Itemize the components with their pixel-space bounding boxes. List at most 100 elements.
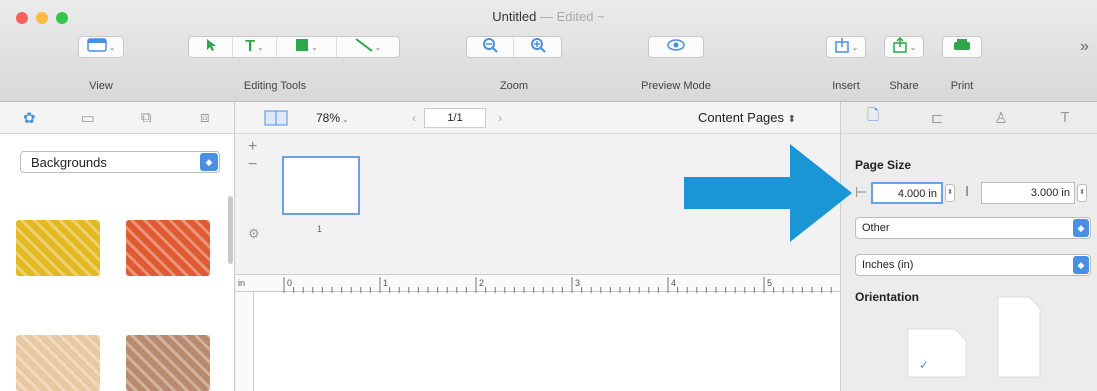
share-button[interactable]: ⌄ bbox=[884, 36, 924, 58]
previous-page-button[interactable]: ‹ bbox=[412, 111, 416, 125]
zoom-out-button[interactable] bbox=[467, 37, 515, 58]
units-select[interactable]: Inches (in) ◆ bbox=[855, 254, 1091, 276]
window-title: Untitled — Edited ~ bbox=[0, 9, 1097, 24]
category-select[interactable]: Backgrounds ◆ bbox=[20, 151, 220, 173]
ruler-mark-label: 4 bbox=[671, 278, 676, 288]
select-stepper-icon: ◆ bbox=[1073, 256, 1089, 274]
select-stepper-icon: ◆ bbox=[200, 153, 218, 171]
ruler-mark-label: 2 bbox=[479, 278, 484, 288]
title-separator: — bbox=[540, 9, 553, 24]
toolbar-overflow-button[interactable]: » bbox=[1080, 38, 1089, 56]
page-height-field[interactable]: 3.000 in bbox=[981, 182, 1075, 204]
units-value: Inches (in) bbox=[862, 259, 914, 271]
shapes-tab-icon[interactable]: ⧉ bbox=[117, 109, 176, 126]
chevron-down-icon: ⌄ bbox=[374, 42, 382, 52]
portrait-orientation-option[interactable] bbox=[997, 296, 1041, 378]
backgrounds-tab-icon[interactable]: ✿ bbox=[0, 109, 59, 127]
zoom-level-select[interactable]: 78% ⌄ bbox=[316, 111, 349, 125]
document-title: Untitled bbox=[492, 9, 537, 24]
images-tab-icon[interactable]: ▭ bbox=[59, 109, 118, 127]
select-tool-button[interactable] bbox=[189, 37, 233, 57]
content-pages-select[interactable]: Content Pages ⬍ bbox=[698, 110, 796, 125]
page-number-label: 1 bbox=[317, 224, 323, 234]
print-label: Print bbox=[950, 80, 974, 92]
view-button[interactable]: ⌄ bbox=[78, 36, 124, 58]
line-tool-icon bbox=[355, 37, 373, 57]
print-button[interactable] bbox=[942, 36, 982, 58]
ruler-ticks: 0 1 2 3 4 5 bbox=[283, 277, 832, 293]
zoom-in-button[interactable] bbox=[514, 37, 561, 57]
chevron-down-icon: ⌄ bbox=[342, 115, 349, 124]
shape-tool-button[interactable]: ⌄ bbox=[277, 37, 337, 57]
document-tab-icon[interactable]: 🗋 bbox=[841, 105, 905, 130]
insert-button[interactable]: ⌄ bbox=[826, 36, 866, 58]
ruler-mark-label: 5 bbox=[767, 278, 772, 288]
chevron-down-icon: ⌄ bbox=[311, 42, 318, 52]
ruler-mark-label: 1 bbox=[383, 278, 388, 288]
page-size-heading: Page Size bbox=[855, 158, 912, 172]
document-toolbar: 78% ⌄ ‹ 1/1 › Content Pages ⬍ bbox=[236, 102, 840, 134]
inspector-tabs: 🗋 ⊏ ♙ T bbox=[841, 102, 1097, 134]
width-stepper[interactable]: ⬍ bbox=[945, 184, 955, 202]
chevron-down-icon: ⌄ bbox=[257, 42, 264, 52]
media-browser-panel: ✿ ▭ ⧉ ⧈ Backgrounds ◆ bbox=[0, 102, 235, 391]
zoom-level-value: 78% bbox=[316, 111, 341, 125]
page-size-preset-select[interactable]: Other ◆ bbox=[855, 217, 1091, 239]
line-tool-button[interactable]: ⌄ bbox=[337, 37, 399, 57]
landscape-orientation-option[interactable]: ✓ bbox=[907, 328, 967, 378]
orientation-heading: Orientation bbox=[855, 290, 920, 304]
panel-scrollbar[interactable] bbox=[228, 196, 233, 264]
text-tool-button[interactable]: T ⌄ bbox=[233, 37, 277, 57]
text-tab-icon[interactable]: T bbox=[1033, 109, 1097, 126]
background-thumbnail-speckle[interactable] bbox=[16, 335, 100, 391]
editing-tools-label: Editing Tools bbox=[243, 80, 307, 92]
insert-label: Insert bbox=[832, 80, 860, 92]
preview-mode-label: Preview Mode bbox=[641, 80, 711, 92]
inspector-panel: 🗋 ⊏ ♙ T Page Size ⊢ 4.000 in ⬍ I 3.000 i… bbox=[840, 102, 1097, 391]
share-icon bbox=[892, 36, 908, 58]
text-tool-icon: T bbox=[245, 38, 256, 55]
edited-status: Edited ~ bbox=[556, 9, 605, 24]
editing-tools-group: T ⌄ ⌄ ⌄ bbox=[188, 36, 400, 58]
chevron-down-icon: ⌄ bbox=[909, 42, 917, 52]
arrange-tab-icon[interactable]: ♙ bbox=[969, 109, 1033, 127]
chevron-down-icon: ⌄ bbox=[851, 42, 859, 52]
zoom-group bbox=[466, 36, 562, 58]
up-down-chevron-icon: ⬍ bbox=[787, 114, 797, 125]
clipart-tab-icon[interactable]: ⧈ bbox=[176, 109, 235, 126]
next-page-button[interactable]: › bbox=[498, 111, 502, 125]
rectangle-shape-icon bbox=[295, 38, 309, 57]
layout-tab-icon[interactable]: ⊏ bbox=[905, 109, 969, 127]
page-indicator[interactable]: 1/1 bbox=[424, 108, 486, 128]
page-size-preset-value: Other bbox=[862, 222, 890, 234]
callout-arrow bbox=[684, 144, 852, 242]
eye-icon bbox=[666, 38, 686, 57]
chevron-down-icon: ⌄ bbox=[108, 42, 116, 52]
vertical-ruler bbox=[236, 292, 254, 391]
zoom-label: Zoom bbox=[499, 80, 529, 92]
height-stepper[interactable]: ⬍ bbox=[1077, 184, 1087, 202]
background-thumbnail-red[interactable] bbox=[126, 220, 210, 276]
printer-icon bbox=[953, 38, 971, 57]
share-label: Share bbox=[889, 80, 919, 92]
page-width-field[interactable]: 4.000 in bbox=[871, 182, 943, 204]
portrait-page-icon bbox=[997, 296, 1041, 378]
horizontal-ruler: in 012345 bbox=[236, 274, 840, 293]
zoom-out-icon bbox=[482, 37, 498, 58]
view-label: View bbox=[89, 80, 113, 92]
gear-icon[interactable]: ⚙ bbox=[248, 226, 260, 242]
preview-mode-button[interactable] bbox=[648, 36, 704, 58]
add-page-button[interactable]: + bbox=[248, 138, 257, 156]
background-thumbnail-yellow[interactable] bbox=[16, 220, 100, 276]
remove-page-button[interactable]: − bbox=[248, 156, 257, 174]
arrow-cursor-icon bbox=[205, 38, 217, 57]
category-select-value: Backgrounds bbox=[31, 155, 107, 170]
sidebar-view-icon bbox=[86, 37, 107, 57]
content-pages-label: Content Pages bbox=[698, 110, 785, 125]
page-layout-icon[interactable] bbox=[264, 110, 288, 131]
selected-check-icon: ✓ bbox=[919, 358, 930, 372]
zoom-in-icon bbox=[530, 37, 546, 58]
page-thumbnail[interactable] bbox=[282, 156, 360, 215]
background-thumbnail-wood[interactable] bbox=[126, 335, 210, 391]
landscape-page-icon bbox=[907, 328, 967, 378]
